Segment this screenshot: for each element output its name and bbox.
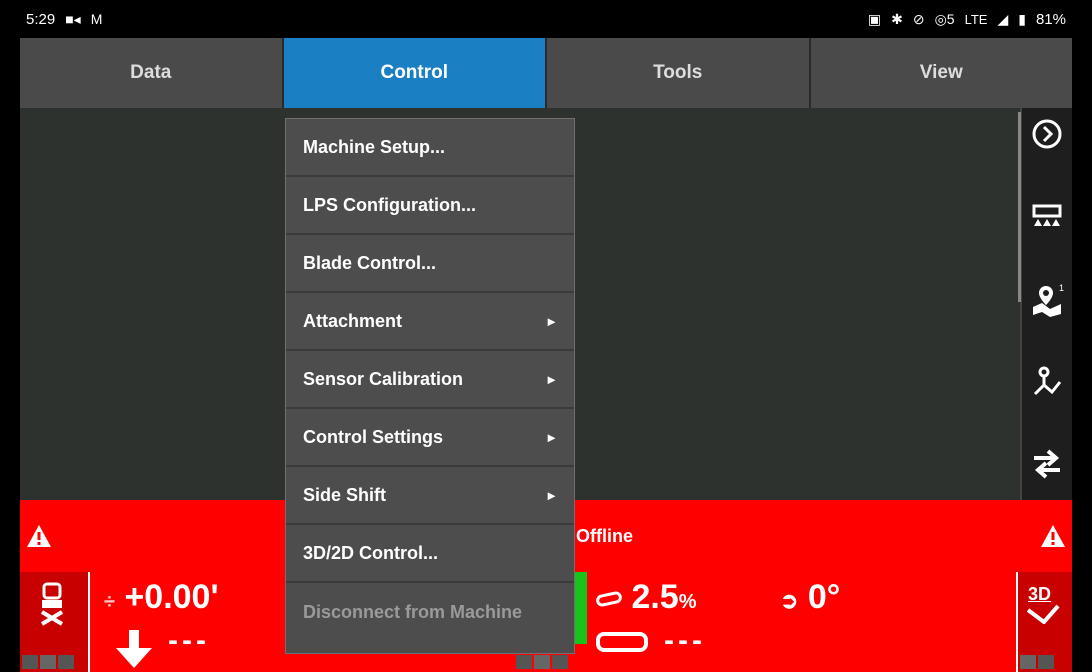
mute-icon: ⊘ xyxy=(912,10,925,27)
elevation-readout: ÷ +0.00' xyxy=(104,578,219,616)
submenu-arrow-icon: ► xyxy=(545,429,558,445)
left-mini-controls[interactable] xyxy=(22,654,74,670)
tab-view[interactable]: View xyxy=(811,38,1073,108)
mode-column[interactable]: 3D xyxy=(1016,572,1072,672)
video-icon: ■◂ xyxy=(65,10,81,27)
right-toolbar: 1 xyxy=(1018,108,1072,500)
menu-item-3d-2d-control[interactable]: 3D/2D Control... xyxy=(286,525,574,583)
menu-item-control-settings[interactable]: Control Settings ► xyxy=(286,409,574,467)
blade-button[interactable] xyxy=(1022,190,1072,242)
signal-icon: ◢ xyxy=(997,10,1009,27)
tab-data[interactable]: Data xyxy=(20,38,284,108)
menu-item-label: Disconnect from Machine xyxy=(303,601,523,622)
menu-item-label: Side Shift xyxy=(303,484,387,505)
toolbar-scrollbar[interactable] xyxy=(1018,112,1021,302)
menu-item-label: LPS Configuration... xyxy=(303,194,476,215)
slope-blade-icon xyxy=(596,632,648,652)
menu-item-label: Machine Setup... xyxy=(303,136,446,157)
warning-icon xyxy=(1041,525,1065,547)
swap-arrows-icon xyxy=(1034,449,1060,479)
chevron-right-circle-icon xyxy=(1032,119,1062,149)
menu-item-label: 3D/2D Control... xyxy=(303,542,439,563)
menu-item-label: Control Settings xyxy=(303,426,443,447)
3d-mode-label: 3D xyxy=(1028,584,1052,604)
slope-value: 2.5 xyxy=(631,578,679,616)
elevation-offset: --- xyxy=(168,624,210,657)
menu-item-blade-control[interactable]: Blade Control... xyxy=(286,235,574,293)
menu-item-disconnect: Disconnect from Machine xyxy=(286,583,574,641)
menu-item-label: Sensor Calibration xyxy=(303,368,464,389)
menu-item-label: Blade Control... xyxy=(303,252,437,273)
submenu-arrow-icon: ► xyxy=(545,313,558,329)
bluetooth-icon: ✱ xyxy=(891,10,903,27)
machine-disconnected-icon xyxy=(40,582,64,626)
gmail-icon: M xyxy=(90,11,103,27)
control-menu: Machine Setup... LPS Configuration... Bl… xyxy=(285,118,575,654)
slope-offset: --- xyxy=(664,624,706,657)
menu-item-sensor-calibration[interactable]: Sensor Calibration ► xyxy=(286,351,574,409)
alert-message: Offline xyxy=(576,526,633,546)
status-ok-indicator xyxy=(575,572,587,644)
rotation-value: 0° xyxy=(807,578,841,616)
clock: 5:29 xyxy=(26,10,56,28)
swap-button[interactable] xyxy=(1022,438,1072,490)
submenu-arrow-icon: ► xyxy=(545,371,558,387)
center-mini-controls[interactable] xyxy=(516,654,568,670)
rotation-readout: ➲ 0° xyxy=(780,578,841,616)
tab-control[interactable]: Control xyxy=(283,38,547,119)
map-location-button[interactable]: 1 xyxy=(1022,274,1072,326)
route-icon xyxy=(1033,366,1062,396)
network-type: LTE xyxy=(964,11,988,27)
status-bar: 5:29 ■◂ M ▣ ✱ ⊘ ◎5 LTE ◢ ▮ 81% xyxy=(20,0,1072,38)
warning-icon xyxy=(27,525,51,547)
menu-item-machine-setup[interactable]: Machine Setup... xyxy=(286,119,574,177)
blade-icon xyxy=(1032,204,1062,226)
down-arrow-icon xyxy=(116,630,152,668)
battery-icon: ▮ xyxy=(1018,10,1026,27)
menu-item-side-shift[interactable]: Side Shift ► xyxy=(286,467,574,525)
path-button[interactable] xyxy=(1022,356,1072,408)
wifi-calling-icon: ◎5 xyxy=(934,10,955,27)
3d-mode-icon xyxy=(1026,604,1060,624)
menu-item-label: Attachment xyxy=(303,310,403,331)
machine-status-column[interactable] xyxy=(20,572,90,672)
battery-level: 81% xyxy=(1035,10,1066,28)
slope-readout: 2.5% xyxy=(595,578,697,617)
right-mini-controls[interactable] xyxy=(1020,654,1054,670)
elevation-value: +0.00' xyxy=(124,578,219,616)
menu-item-attachment[interactable]: Attachment ► xyxy=(286,293,574,351)
expand-button[interactable] xyxy=(1022,108,1072,160)
cast-icon: ▣ xyxy=(867,10,882,27)
submenu-arrow-icon: ► xyxy=(545,487,558,503)
tab-tools[interactable]: Tools xyxy=(547,38,811,108)
tab-bar: Data Control Tools View xyxy=(20,38,1073,119)
menu-item-lps-configuration[interactable]: LPS Configuration... xyxy=(286,177,574,235)
map-pin-icon: 1 xyxy=(1033,283,1064,317)
slope-unit: % xyxy=(678,591,697,613)
svg-text:1: 1 xyxy=(1059,283,1064,293)
